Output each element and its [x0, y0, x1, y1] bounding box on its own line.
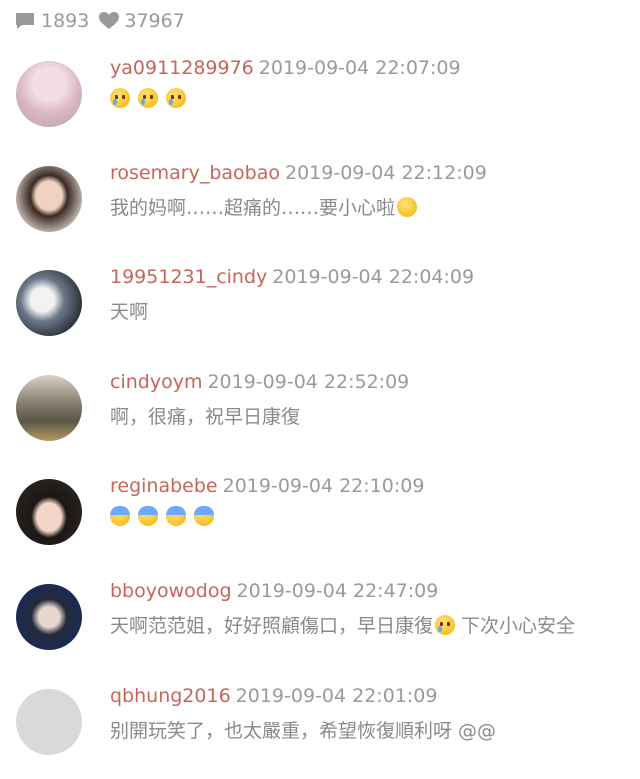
comment-meta: cindyoym 2019-09-04 22:52:09	[110, 371, 409, 393]
avatar[interactable]	[16, 166, 82, 232]
screaming-emoji-icon	[138, 506, 158, 526]
comment-text-content: 下次小心安全	[455, 615, 576, 637]
timestamp: 2019-09-04 22:01:09	[235, 685, 438, 707]
username-link[interactable]: ya0911289976	[110, 57, 254, 79]
avatar[interactable]	[16, 270, 82, 336]
username-link[interactable]: rosemary_baobao	[110, 162, 280, 184]
username-link[interactable]: reginabebe	[110, 475, 218, 497]
crying-emoji-icon	[166, 88, 186, 108]
comment-item: 19951231_cindy 2019-09-04 22:04:09 天啊	[0, 266, 640, 360]
comment-text: 我的妈啊……超痛的……要小心啦	[110, 193, 425, 220]
comment-text-content: 天啊范范姐，好好照顧傷口，早日康復	[110, 615, 434, 637]
timestamp: 2019-09-04 22:04:09	[272, 266, 475, 288]
timestamp: 2019-09-04 22:10:09	[222, 475, 425, 497]
fearful-emoji-icon	[110, 506, 130, 526]
timestamp: 2019-09-04 22:12:09	[284, 162, 487, 184]
comment-item: qbhung2016 2019-09-04 22:01:09 别開玩笑了，也太嚴重…	[0, 685, 640, 779]
username-link[interactable]: bboyowodog	[110, 580, 232, 602]
screaming-emoji-icon	[166, 506, 186, 526]
comment-meta: bboyowodog 2019-09-04 22:47:09	[110, 580, 438, 602]
screaming-emoji-icon	[194, 506, 214, 526]
timestamp: 2019-09-04 22:07:09	[258, 57, 461, 79]
pleading-emoji-icon	[397, 197, 418, 217]
comment-meta: ya0911289976 2019-09-04 22:07:09	[110, 57, 461, 79]
comment-text-content: 我的妈啊……超痛的……要小心啦	[110, 197, 396, 219]
timestamp: 2019-09-04 22:47:09	[236, 580, 439, 602]
username-link[interactable]: cindyoym	[110, 371, 202, 393]
crying-emoji-icon	[435, 615, 456, 635]
username-link[interactable]: 19951231_cindy	[110, 266, 267, 288]
comment-text: 天啊	[110, 301, 149, 323]
like-count: 37967	[124, 10, 185, 32]
comment-count: 1893	[41, 10, 90, 32]
timestamp: 2019-09-04 22:52:09	[207, 371, 410, 393]
heart-icon	[99, 12, 120, 30]
avatar[interactable]	[16, 479, 82, 545]
comment-text: 别開玩笑了，也太嚴重，希望恢復順利呀 @@	[110, 720, 497, 742]
avatar[interactable]	[16, 584, 82, 650]
comment-meta: qbhung2016 2019-09-04 22:01:09	[110, 685, 437, 707]
comment-item: reginabebe 2019-09-04 22:10:09	[0, 475, 640, 569]
avatar[interactable]	[16, 689, 82, 755]
comment-item: ya0911289976 2019-09-04 22:07:09	[0, 57, 640, 151]
comment-text	[110, 88, 194, 110]
comment-item: cindyoym 2019-09-04 22:52:09 啊，很痛，祝早日康復	[0, 371, 640, 465]
comment-item: bboyowodog 2019-09-04 22:47:09 天啊范范姐，好好照顧…	[0, 580, 640, 674]
comment-meta: reginabebe 2019-09-04 22:10:09	[110, 475, 424, 497]
crying-emoji-icon	[138, 88, 158, 108]
comment-text: 天啊范范姐，好好照顧傷口，早日康復 下次小心安全	[110, 611, 575, 638]
avatar[interactable]	[16, 61, 82, 127]
crying-emoji-icon	[110, 88, 130, 108]
stats-bar: 1893 37967	[14, 8, 195, 34]
comment-text: 啊，很痛，祝早日康復	[110, 406, 301, 428]
comment-item: rosemary_baobao 2019-09-04 22:12:09 我的妈啊……	[0, 162, 640, 256]
comment-text	[110, 506, 222, 528]
comment-icon	[14, 11, 36, 31]
username-link[interactable]: qbhung2016	[110, 685, 231, 707]
comment-meta: 19951231_cindy 2019-09-04 22:04:09	[110, 266, 474, 288]
comment-meta: rosemary_baobao 2019-09-04 22:12:09	[110, 162, 487, 184]
avatar[interactable]	[16, 375, 82, 441]
